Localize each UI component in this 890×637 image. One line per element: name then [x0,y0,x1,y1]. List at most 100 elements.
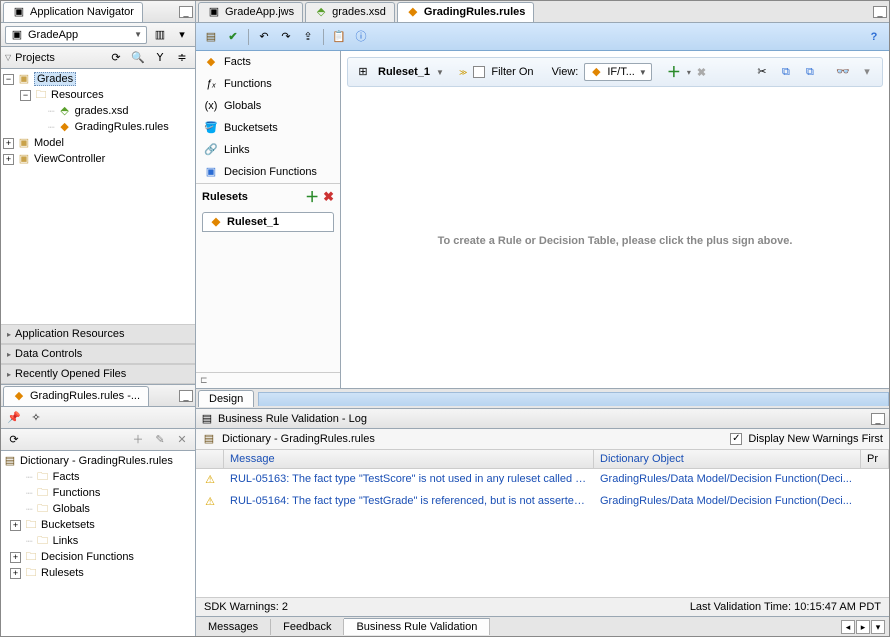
nav-bucketsets[interactable]: 🪣Bucketsets [196,117,340,139]
log-row[interactable]: ⚠ RUL-05164: The fact type "TestGrade" i… [196,491,889,513]
col-pr[interactable]: Pr [861,450,889,468]
nav-links[interactable]: 🔗Links [196,139,340,161]
navigator-minimize[interactable]: _ [179,6,193,18]
node-facts[interactable]: Facts [53,471,80,483]
log-table[interactable]: Message Dictionary Object Pr ⚠ RUL-05163… [196,450,889,597]
structure-edit[interactable]: ✎ [151,431,169,449]
proj-tool-4[interactable]: ≑ [173,49,191,67]
dict-button[interactable]: ▤ [202,28,220,46]
tab-feedback[interactable]: Feedback [271,619,344,635]
section-recent-files[interactable]: Recently Opened Files [1,364,195,384]
node-globals[interactable]: Globals [53,503,90,515]
goto-button[interactable]: ▾ [858,63,876,81]
design-tab[interactable]: Design [198,390,254,407]
dict-label[interactable]: Dictionary - GradingRules.rules [20,455,173,467]
col-dictobj[interactable]: Dictionary Object [594,450,861,468]
tree-twist[interactable]: + [3,154,14,165]
redo-button[interactable]: ↷ [277,28,295,46]
node-links[interactable]: Links [53,535,79,547]
nav-functions[interactable]: ƒₓFunctions [196,73,340,95]
log-row[interactable]: ⚠ RUL-05163: The fact type "TestScore" i… [196,469,889,491]
last-validation-time: Last Validation Time: 10:15:47 AM PDT [690,601,881,613]
app-menu-1[interactable]: ▥ [151,26,169,44]
tree-resources[interactable]: Resources [51,89,104,101]
app-menu-2[interactable]: ▾ [173,26,191,44]
ruleset-menu-icon[interactable]: ▼ [436,68,444,77]
editor-tab-xsd[interactable]: ⬘grades.xsd [305,2,395,22]
application-dropdown[interactable]: ▣ GradeApp ▼ [5,26,147,44]
filter-toggle-icon[interactable]: ≫ [459,68,467,77]
undo-button[interactable]: ↶ [255,28,273,46]
add-ruleset-button[interactable]: ＋ [305,187,319,207]
tree-grades[interactable]: Grades [34,72,76,86]
log-icon: ▤ [200,412,214,426]
expand-button[interactable]: ⊞ [354,63,372,81]
tree-rules[interactable]: GradingRules.rules [75,121,169,133]
delete-ruleset-button[interactable]: ✖ [323,189,334,205]
info-button[interactable]: ⓘ [352,28,370,46]
tree-twist[interactable]: − [3,74,14,85]
application-navigator-tab[interactable]: ▣ Application Navigator [3,2,143,22]
log-dict-label: Dictionary - GradingRules.rules [222,433,375,445]
editor-minimize[interactable]: _ [873,6,887,18]
section-data-controls[interactable]: Data Controls [1,344,195,364]
add-rule-button[interactable]: ＋ [667,62,681,82]
tree-twist[interactable]: + [10,520,21,531]
export-icon: ⇪ [301,30,315,44]
collapse-handle[interactable]: ⊏ [196,372,340,388]
editor-tab-rules[interactable]: ◆GradingRules.rules [397,2,534,22]
help-button[interactable]: ? [865,28,883,46]
nav-decfun[interactable]: ▣Decision Functions [196,161,340,183]
clipboard-button[interactable]: 📋 [330,28,348,46]
nav-globals[interactable]: (x)Globals [196,95,340,117]
structure-refresh[interactable]: ⟳ [5,431,23,449]
proj-tool-2[interactable]: 🔍 [129,49,147,67]
tree-viewctrl[interactable]: ViewController [34,153,105,165]
structure-tree[interactable]: ▤Dictionary - GradingRules.rules ┈🗀Facts… [1,451,195,636]
proj-tool-3[interactable]: 𝖸 [151,49,169,67]
structure-add[interactable]: ＋ [129,431,147,449]
tab-messages[interactable]: Messages [196,619,271,635]
pager-menu[interactable]: ▾ [871,620,885,634]
log-minimize[interactable]: _ [871,413,885,425]
pager-next[interactable]: ▸ [856,620,870,634]
filter-on-checkbox[interactable] [473,66,485,78]
delete-rule-button[interactable]: ✖ [697,66,706,79]
view-dropdown[interactable]: ◆ IF/T... ▼ [584,63,651,81]
find-button[interactable]: 👓 [834,63,852,81]
col-message[interactable]: Message [224,450,594,468]
node-bucketsets[interactable]: Bucketsets [41,519,95,531]
pin-button[interactable]: 📌 [5,409,23,427]
structure-minimize[interactable]: _ [179,390,193,402]
tree-model[interactable]: Model [34,137,64,149]
project-icon: ▣ [17,152,31,166]
paste-button[interactable]: ⧉ [801,63,819,81]
tree-twist[interactable]: + [10,568,21,579]
tree-twist[interactable]: − [20,90,31,101]
editor-tab-jws[interactable]: ▣GradeApp.jws [198,2,303,22]
new-button[interactable]: ✧ [27,409,45,427]
tab-brv[interactable]: Business Rule Validation [344,618,490,635]
ruleset-tab[interactable]: ◆ Ruleset_1 [202,212,334,232]
cut-icon: ✂ [755,65,769,79]
validate-button[interactable]: ✔ [224,28,242,46]
proj-tool-1[interactable]: ⟳ [107,49,125,67]
section-app-resources[interactable]: Application Resources [1,324,195,344]
node-rulesets[interactable]: Rulesets [41,567,84,579]
projects-expand-icon[interactable]: ▽ [5,53,11,62]
tree-twist[interactable]: + [10,552,21,563]
structure-tab[interactable]: ◆ GradingRules.rules -... [3,386,149,406]
node-functions[interactable]: Functions [53,487,101,499]
node-decfun[interactable]: Decision Functions [41,551,134,563]
col-icon[interactable] [196,450,224,468]
nav-facts[interactable]: ◆Facts [196,51,340,73]
export-button[interactable]: ⇪ [299,28,317,46]
structure-delete[interactable]: ✕ [173,431,191,449]
projects-tree[interactable]: −▣Grades −🗀Resources ┈⬘grades.xsd ┈◆Grad… [1,69,195,324]
tree-twist[interactable]: + [3,138,14,149]
tree-xsd[interactable]: grades.xsd [75,105,129,117]
cut-button[interactable]: ✂ [753,63,771,81]
copy-button[interactable]: ⧉ [777,63,795,81]
pager-prev[interactable]: ◂ [841,620,855,634]
display-new-checkbox[interactable] [730,433,742,445]
